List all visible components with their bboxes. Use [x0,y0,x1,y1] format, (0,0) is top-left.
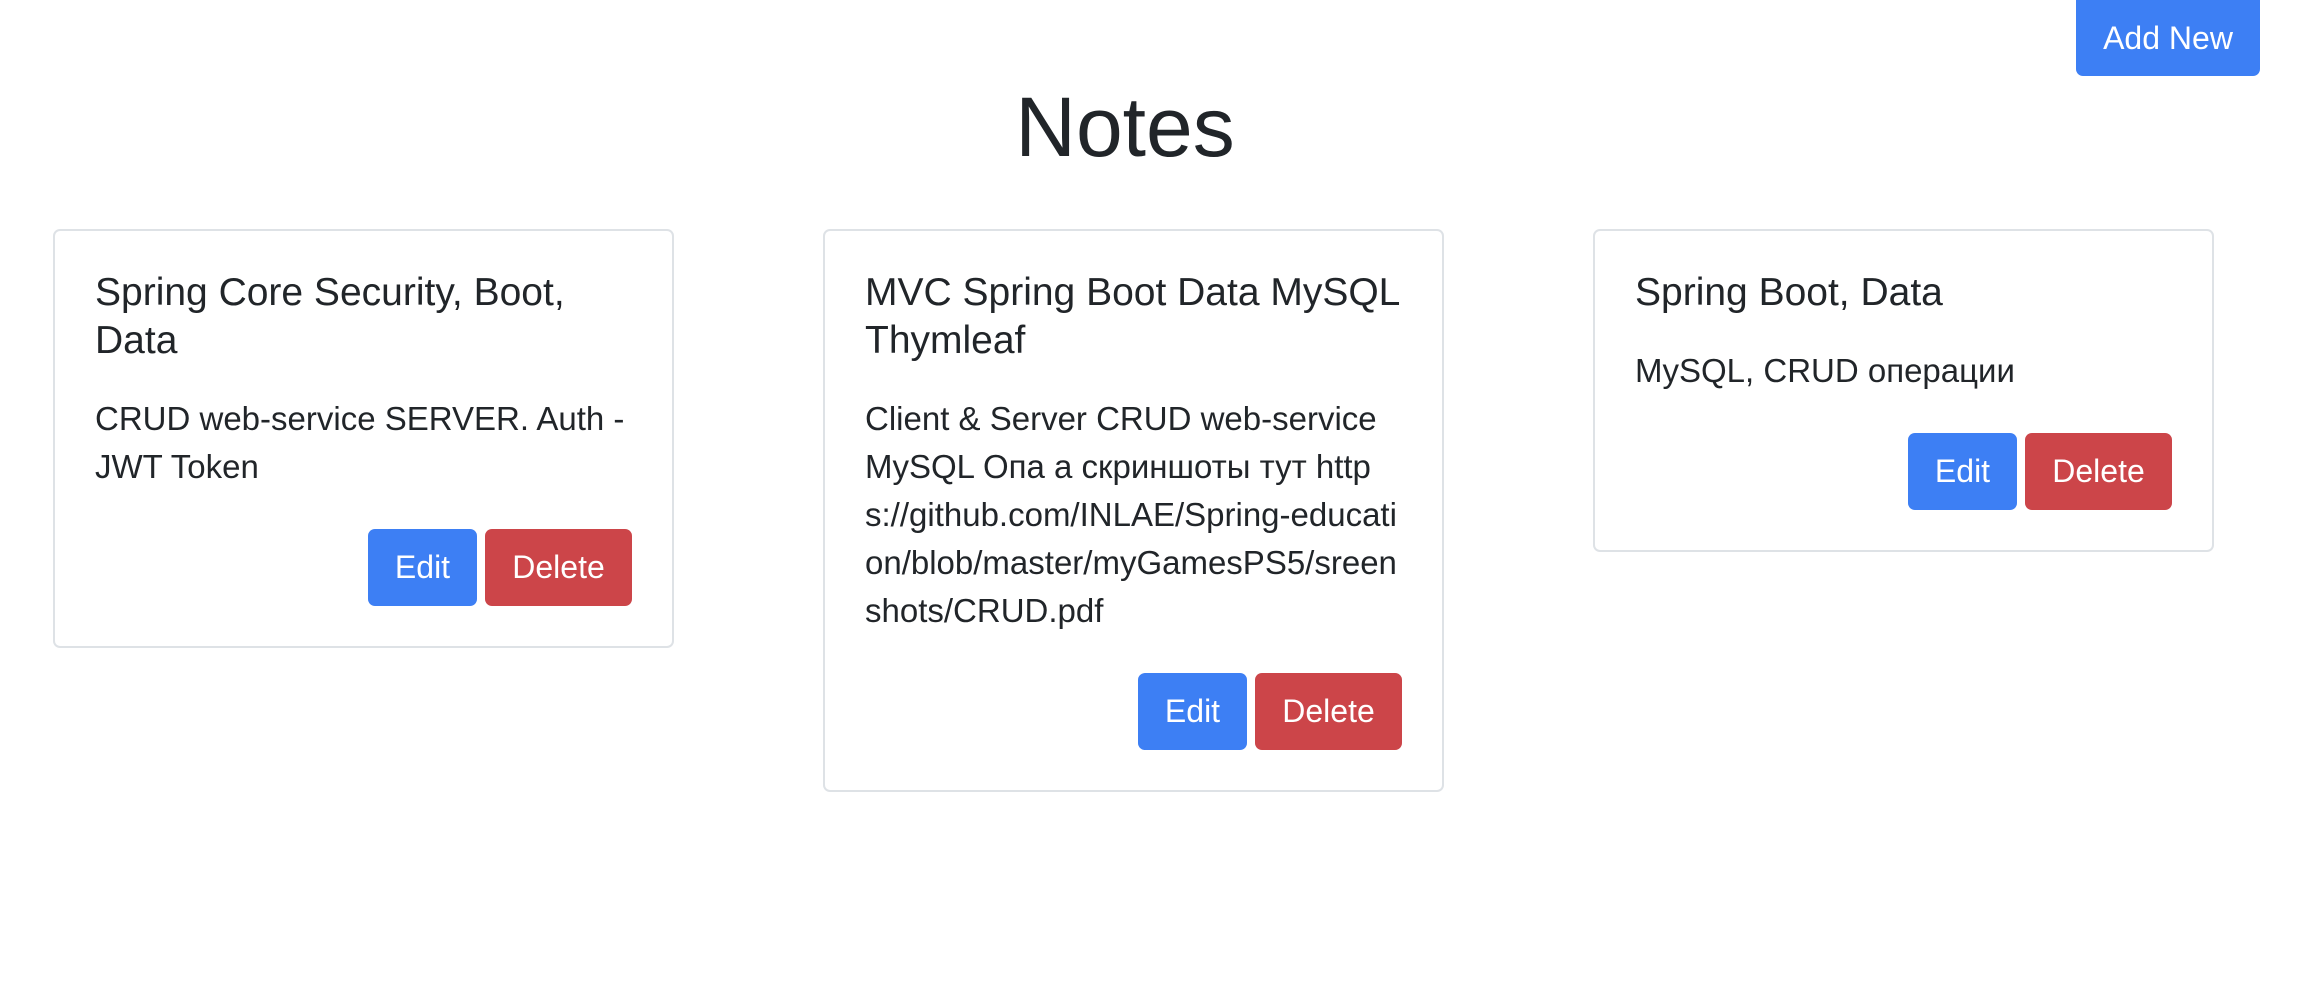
note-title: Spring Core Security, Boot, Data [95,271,565,362]
page-title: Notes [1015,80,1235,174]
note-actions: Edit Delete [1635,433,2172,510]
note-actions: Edit Delete [865,673,1402,750]
edit-button[interactable]: Edit [1138,673,1247,750]
delete-button[interactable]: Delete [2025,433,2172,510]
note-card: Spring Core Security, Boot, Data CRUD we… [53,229,674,648]
note-title: Spring Boot, Data [1635,271,1943,314]
edit-button[interactable]: Edit [1908,433,2017,510]
delete-button[interactable]: Delete [1255,673,1402,750]
delete-button[interactable]: Delete [485,529,632,606]
note-actions: Edit Delete [95,529,632,606]
note-text: Client & Server CRUD web-service MySQL О… [865,400,1397,629]
edit-button[interactable]: Edit [368,529,477,606]
note-card: Spring Boot, Data MySQL, CRUD операции E… [1593,229,2214,552]
note-text: MySQL, CRUD операции [1635,352,2015,389]
note-card: MVC Spring Boot Data MySQL Thymleaf Clie… [823,229,1444,792]
add-new-button[interactable]: Add New [2076,0,2260,76]
note-title: MVC Spring Boot Data MySQL Thymleaf [865,271,1399,362]
note-text: CRUD web-service SERVER. Auth - JWT Toke… [95,400,625,485]
